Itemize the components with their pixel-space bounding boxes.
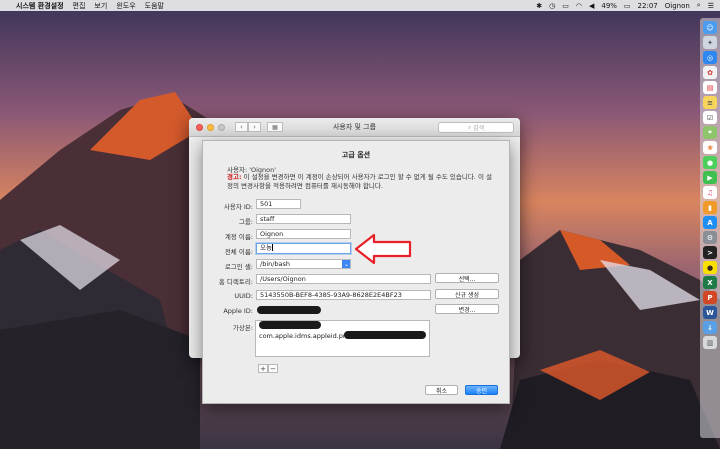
system-preferences-icon[interactable]: ⚙ [703, 231, 717, 244]
menu-user[interactable]: Oignon [665, 2, 690, 10]
close-button[interactable] [196, 123, 203, 131]
home-directory-label: 홈 디렉토리: [218, 278, 253, 286]
kakaotalk-icon[interactable]: ● [703, 261, 717, 274]
terminal-icon[interactable]: > [703, 246, 717, 259]
change-apple-id-button[interactable]: 변경... [435, 304, 499, 314]
wifi-icon[interactable]: ◠ [576, 2, 582, 10]
uuid-label: UUID: [234, 292, 253, 300]
warning-body: 이 설정을 변경하면 이 계정이 손상되어 사용자가 로그인 할 수 없게 될 … [227, 173, 492, 190]
spotlight-icon[interactable]: ⌕ [697, 1, 701, 10]
advanced-options-sheet: 고급 옵션 사용자: 'Oignon' 경고: 이 설정을 변경하면 이 계정이… [202, 140, 510, 404]
finder-icon[interactable]: ☺ [703, 21, 717, 34]
menu-view[interactable]: 보기 [94, 1, 107, 11]
bluetooth-icon[interactable]: ✱ [536, 2, 542, 10]
window-titlebar: ‹ › ▦ 사용자 및 그룹 ⌕ 검색 [189, 118, 520, 137]
zoom-button[interactable] [218, 123, 225, 131]
airplay-icon[interactable]: ▭ [562, 2, 569, 10]
calendar-icon[interactable]: ▤ [703, 81, 717, 94]
nav-buttons: ‹ › [235, 122, 261, 132]
downloads-icon[interactable]: ↓ [703, 321, 717, 334]
user-id-label: 사용자 ID: [223, 203, 253, 211]
alias-redaction-1 [259, 321, 321, 329]
uuid-field[interactable]: 5143550B-BEF8-4385-93A9-8628E2E4BF23 [256, 290, 431, 300]
full-name-value: 오뇽 [260, 243, 272, 252]
status-area: ✱ ◷ ▭ ◠ ◀ 49% ▭ 22:07 Oignon ⌕ ☰ [536, 1, 720, 10]
notification-center-icon[interactable]: ☰ [708, 2, 714, 10]
menu-window[interactable]: 윈도우 [116, 1, 135, 11]
itunes-icon[interactable]: ♫ [703, 186, 717, 199]
ok-button[interactable]: 승인 [465, 385, 498, 395]
photos-icon[interactable]: ✿ [703, 66, 717, 79]
warning-label: 경고: [227, 173, 242, 181]
menu-edit[interactable]: 편집 [73, 1, 86, 11]
full-name-field[interactable]: 오뇽 [256, 243, 351, 254]
search-field[interactable]: ⌕ 검색 [438, 122, 514, 133]
remove-alias-button[interactable]: − [268, 364, 278, 373]
alias-redaction-2 [344, 331, 426, 339]
messages-icon[interactable]: ● [703, 156, 717, 169]
forward-icon[interactable]: › [248, 122, 261, 132]
ibooks-icon[interactable]: ▮ [703, 201, 717, 214]
safari-icon[interactable]: ◎ [703, 51, 717, 64]
show-all-grid-icon[interactable]: ▦ [267, 122, 283, 132]
menu-app-name[interactable]: 시스템 환경설정 [16, 1, 64, 11]
battery-percent[interactable]: 49% [601, 2, 617, 10]
volume-icon[interactable]: ◀ [589, 2, 594, 10]
apple-id-redaction [257, 306, 321, 314]
window-controls [196, 123, 225, 131]
chevron-down-icon: ⌄ [342, 260, 350, 268]
excel-icon[interactable]: X [703, 276, 717, 289]
powerpoint-icon[interactable]: P [703, 291, 717, 304]
group-label: 그룹: [238, 218, 253, 226]
account-name-field[interactable]: Oignon [256, 229, 351, 239]
reminders-icon[interactable]: ☑ [703, 111, 717, 124]
apple-id-label: Apple ID: [223, 307, 253, 315]
cancel-button[interactable]: 취소 [425, 385, 458, 395]
annotation-arrow-icon [354, 233, 412, 265]
photos-app-icon[interactable]: ❀ [703, 141, 717, 154]
notes-icon[interactable]: ≡ [703, 96, 717, 109]
dock: ☺ ✦ ◎ ✿ ▤ ≡ ☑ ⌖ ❀ ● ▶ ♫ ▮ A ⚙ > ● X P W … [700, 18, 720, 438]
choose-button[interactable]: 선택... [435, 273, 499, 283]
time-machine-icon[interactable]: ◷ [549, 2, 555, 10]
search-placeholder: 검색 [473, 125, 485, 132]
full-name-label: 전체 이름: [224, 248, 253, 256]
facetime-icon[interactable]: ▶ [703, 171, 717, 184]
warning-text: 경고: 이 설정을 변경하면 이 계정이 손상되어 사용자가 로그인 할 수 없… [227, 173, 497, 191]
launchpad-icon[interactable]: ✦ [703, 36, 717, 49]
back-icon[interactable]: ‹ [235, 122, 248, 132]
trash-icon[interactable]: ▥ [703, 336, 717, 349]
menu-clock[interactable]: 22:07 [638, 2, 658, 10]
account-name-label: 계정 이름: [224, 233, 253, 241]
login-shell-value: /bin/bash [260, 260, 291, 268]
battery-icon[interactable]: ▭ [624, 2, 631, 10]
add-alias-button[interactable]: + [258, 364, 268, 373]
sheet-title: 고급 옵션 [341, 151, 371, 159]
maps-icon[interactable]: ⌖ [703, 126, 717, 139]
user-id-field[interactable]: 501 [256, 199, 301, 209]
group-field[interactable]: staff [256, 214, 351, 224]
appstore-icon[interactable]: A [703, 216, 717, 229]
menu-help[interactable]: 도움말 [145, 1, 164, 11]
aliases-label: 가상본: [232, 324, 253, 332]
menu-bar: 시스템 환경설정 편집 보기 윈도우 도움말 ✱ ◷ ▭ ◠ ◀ 49% ▭ 2… [0, 0, 720, 11]
create-new-uuid-button[interactable]: 신규 생성 [435, 289, 499, 299]
text-caret [271, 244, 273, 251]
minimize-button[interactable] [207, 123, 214, 131]
word-icon[interactable]: W [703, 306, 717, 319]
alias-add-remove: + − [258, 364, 278, 373]
home-directory-field[interactable]: /Users/Oignon [256, 274, 431, 284]
login-shell-label: 로그인 셸: [224, 263, 253, 271]
login-shell-select[interactable]: /bin/bash ⌄ [256, 259, 351, 269]
